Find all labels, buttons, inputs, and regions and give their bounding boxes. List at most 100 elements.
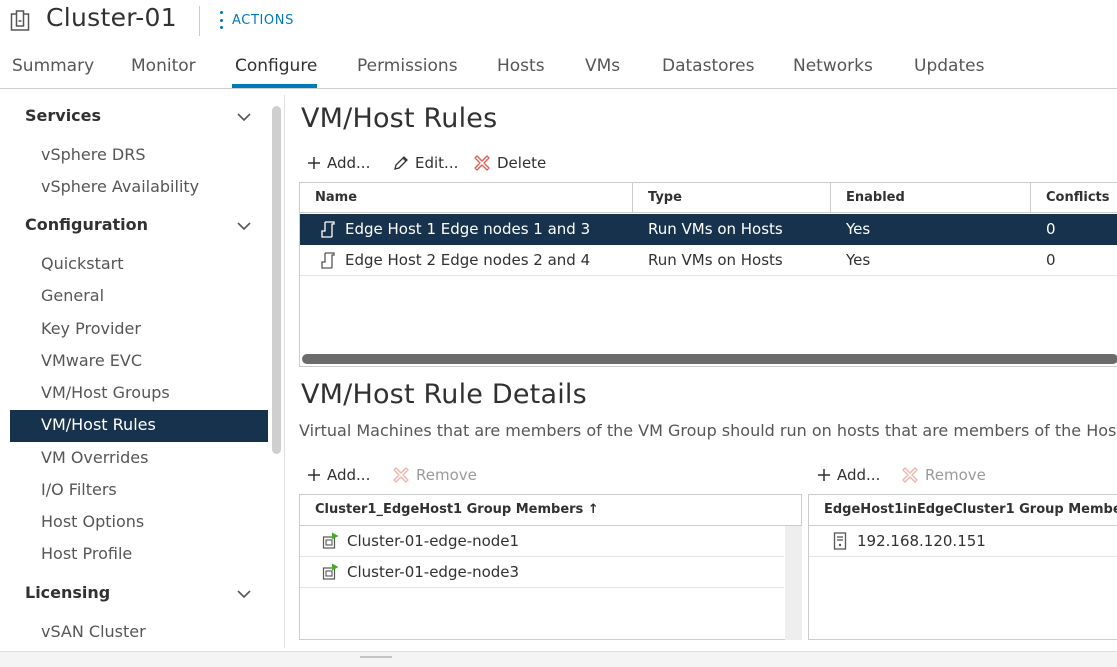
vm-icon bbox=[322, 563, 339, 580]
vm-group-column-header[interactable]: Cluster1_EdgeHost1 Group Members ↑ bbox=[315, 502, 599, 517]
host-group-column-header[interactable]: EdgeHost1inEdgeCluster1 Group Members ↑ bbox=[824, 502, 1117, 517]
sidebar-item-vsphere-availability[interactable]: vSphere Availability bbox=[41, 177, 199, 196]
chevron-down-icon[interactable] bbox=[236, 112, 252, 122]
rule-enabled: Yes bbox=[846, 220, 871, 238]
delete-x-icon bbox=[474, 155, 490, 171]
tab-hosts[interactable]: Hosts bbox=[497, 56, 545, 76]
rule-name: Edge Host 2 Edge nodes 2 and 4 bbox=[345, 251, 591, 269]
column-header-name[interactable]: Name bbox=[315, 190, 357, 205]
sidebar-item-label: VM/Host Rules bbox=[41, 415, 156, 434]
tab-datastores[interactable]: Datastores bbox=[662, 56, 754, 76]
sidebar-item-quickstart[interactable]: Quickstart bbox=[41, 254, 124, 273]
recent-tasks-bar[interactable] bbox=[0, 651, 1117, 667]
remove-host-member-label: Remove bbox=[925, 466, 986, 484]
delete-x-icon bbox=[393, 467, 409, 483]
edit-rule-button[interactable]: Edit... bbox=[393, 154, 458, 172]
table-row[interactable]: Edge Host 2 Edge nodes 2 and 4 Run VMs o… bbox=[300, 245, 1117, 276]
add-rule-button[interactable]: Add... bbox=[307, 154, 370, 172]
actions-label: ACTIONS bbox=[232, 12, 294, 28]
page-title: Cluster-01 bbox=[46, 3, 177, 32]
host-group-header: EdgeHost1inEdgeCluster1 Group Members ↑ bbox=[809, 495, 1117, 526]
add-host-member-button[interactable]: Add... bbox=[817, 466, 880, 484]
delete-x-icon bbox=[902, 467, 918, 483]
vm-group-members-grid: Cluster1_EdgeHost1 Group Members ↑ Clust… bbox=[299, 494, 802, 640]
rule-type: Run VMs on Hosts bbox=[648, 220, 783, 238]
sidebar-divider bbox=[284, 95, 285, 648]
sidebar-item-io-filters[interactable]: I/O Filters bbox=[41, 480, 117, 499]
vertical-ellipsis-icon bbox=[219, 11, 223, 29]
rule-icon bbox=[321, 221, 335, 238]
edit-rule-label: Edit... bbox=[415, 154, 459, 172]
column-header-type[interactable]: Type bbox=[648, 190, 682, 205]
delete-rule-label: Delete bbox=[497, 154, 547, 172]
plus-icon bbox=[818, 469, 830, 481]
chevron-down-icon[interactable] bbox=[236, 589, 252, 599]
column-header-enabled[interactable]: Enabled bbox=[846, 190, 905, 205]
vm-member-name: Cluster-01-edge-node3 bbox=[347, 563, 520, 581]
sidebar-item-host-profile[interactable]: Host Profile bbox=[41, 544, 132, 563]
nav-section-services[interactable]: Services bbox=[25, 106, 101, 125]
nav-section-licensing[interactable]: Licensing bbox=[25, 583, 110, 602]
add-vm-member-label: Add... bbox=[327, 466, 371, 484]
rule-enabled: Yes bbox=[846, 251, 871, 269]
list-item[interactable]: Cluster-01-edge-node3 bbox=[300, 557, 784, 588]
sidebar-item-vmware-evc[interactable]: VMware EVC bbox=[41, 351, 142, 370]
sidebar-item-vsphere-drs[interactable]: vSphere DRS bbox=[41, 145, 146, 164]
sidebar-item-vm-host-groups[interactable]: VM/Host Groups bbox=[41, 383, 170, 402]
rules-grid: Name Type Enabled Conflicts Edge Host 1 … bbox=[299, 182, 1117, 367]
host-member-name: 192.168.120.151 bbox=[857, 532, 986, 550]
rules-title: VM/Host Rules bbox=[301, 103, 498, 134]
sidebar-item-general[interactable]: General bbox=[41, 286, 104, 305]
nav-section-configuration[interactable]: Configuration bbox=[25, 215, 148, 234]
tab-summary[interactable]: Summary bbox=[12, 56, 94, 76]
list-item[interactable]: Cluster-01-edge-node1 bbox=[300, 526, 784, 557]
rule-conflicts: 0 bbox=[1046, 220, 1056, 238]
plus-icon bbox=[308, 157, 320, 169]
rule-description: Virtual Machines that are members of the… bbox=[299, 421, 1117, 440]
sidebar-item-vm-host-rules[interactable]: VM/Host Rules bbox=[10, 410, 268, 442]
column-separator[interactable] bbox=[830, 183, 831, 213]
rules-grid-header: Name Type Enabled Conflicts bbox=[300, 183, 1117, 213]
rule-icon bbox=[321, 252, 335, 269]
sidebar-item-vm-overrides[interactable]: VM Overrides bbox=[41, 448, 148, 467]
host-icon bbox=[833, 532, 847, 550]
column-separator[interactable] bbox=[632, 183, 633, 213]
add-rule-label: Add... bbox=[327, 154, 371, 172]
horizontal-scrollbar[interactable] bbox=[302, 354, 1117, 364]
remove-vm-member-label: Remove bbox=[416, 466, 477, 484]
column-header-conflicts[interactable]: Conflicts bbox=[1046, 190, 1109, 205]
tab-configure[interactable]: Configure bbox=[235, 56, 317, 76]
object-header: Cluster-01 ACTIONS bbox=[0, 0, 1117, 42]
vm-group-header: Cluster1_EdgeHost1 Group Members ↑ bbox=[300, 495, 801, 526]
column-separator[interactable] bbox=[1030, 183, 1031, 213]
add-host-member-label: Add... bbox=[837, 466, 881, 484]
tab-monitor[interactable]: Monitor bbox=[131, 56, 196, 76]
remove-vm-member-button[interactable]: Remove bbox=[392, 466, 477, 484]
table-row[interactable]: Edge Host 1 Edge nodes 1 and 3 Run VMs o… bbox=[300, 214, 1117, 245]
sidebar-item-key-provider[interactable]: Key Provider bbox=[41, 319, 141, 338]
tab-networks[interactable]: Networks bbox=[793, 56, 873, 76]
delete-rule-button[interactable]: Delete bbox=[473, 154, 546, 172]
actions-button[interactable]: ACTIONS bbox=[219, 8, 294, 32]
add-vm-member-button[interactable]: Add... bbox=[307, 466, 370, 484]
tab-updates[interactable]: Updates bbox=[914, 56, 984, 76]
rule-conflicts: 0 bbox=[1046, 251, 1056, 269]
details-title: VM/Host Rule Details bbox=[301, 379, 587, 410]
rule-type: Run VMs on Hosts bbox=[648, 251, 783, 269]
chevron-down-icon[interactable] bbox=[236, 221, 252, 231]
host-group-members-grid: EdgeHost1inEdgeCluster1 Group Members ↑ … bbox=[808, 494, 1117, 640]
configure-sidebar: Services vSphere DRS vSphere Availabilit… bbox=[0, 90, 270, 647]
list-item[interactable]: 192.168.120.151 bbox=[809, 526, 1117, 557]
tab-vms[interactable]: VMs bbox=[585, 56, 620, 76]
resize-handle[interactable] bbox=[360, 656, 392, 658]
sidebar-item-vsan-cluster[interactable]: vSAN Cluster bbox=[41, 622, 146, 641]
vertical-scrollbar[interactable] bbox=[785, 526, 802, 640]
vm-member-name: Cluster-01-edge-node1 bbox=[347, 532, 520, 550]
tab-permissions[interactable]: Permissions bbox=[357, 56, 458, 76]
remove-host-member-button[interactable]: Remove bbox=[901, 466, 986, 484]
sidebar-item-host-options[interactable]: Host Options bbox=[41, 512, 144, 531]
tab-bar: Summary Monitor Configure Permissions Ho… bbox=[0, 46, 1117, 89]
pencil-icon bbox=[394, 156, 408, 170]
active-tab-indicator bbox=[232, 84, 317, 88]
sidebar-scrollbar[interactable] bbox=[272, 106, 281, 454]
